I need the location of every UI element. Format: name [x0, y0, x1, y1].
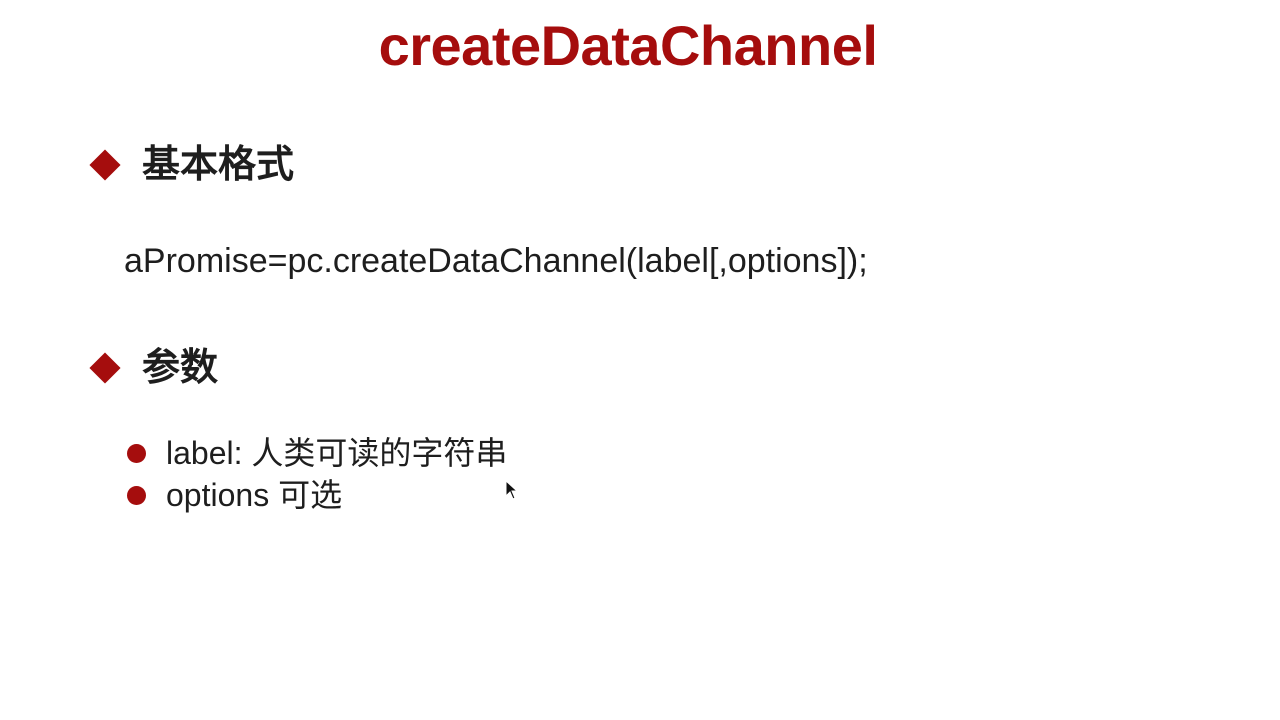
code-syntax-line: aPromise=pc.createDataChannel(label[,opt…	[124, 242, 868, 280]
list-item: options 可选	[124, 474, 507, 516]
section-basic-format: 基本格式	[88, 140, 294, 190]
diamond-icon	[89, 149, 121, 181]
diamond-icon	[89, 352, 121, 384]
parameter-list: label: 人类可读的字符串 options 可选	[124, 432, 507, 516]
section-heading-parameters: 参数	[142, 347, 219, 389]
slide-title: createDataChannel	[378, 14, 878, 77]
list-item: label: 人类可读的字符串	[124, 432, 507, 474]
mouse-cursor-icon	[505, 480, 519, 500]
dot-icon	[127, 443, 146, 463]
section-parameters: 参数	[88, 343, 218, 393]
dot-icon	[127, 485, 146, 505]
parameter-options-text: options 可选	[166, 477, 343, 513]
section-heading-basic-format: 基本格式	[142, 144, 295, 186]
parameter-label-text: label: 人类可读的字符串	[166, 435, 508, 471]
